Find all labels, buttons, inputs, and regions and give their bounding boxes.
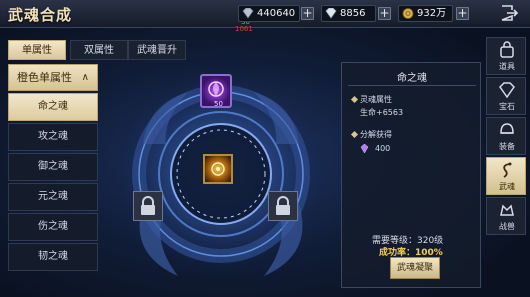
resource-gold: 932万: [398, 5, 453, 22]
bullet-icon: [350, 130, 359, 139]
nav-item-items[interactable]: 道具: [486, 37, 526, 75]
resource-diamonds: 8856: [321, 5, 376, 22]
top-bar: 武魂合成 30 1061 440640 + 8856 + 932万 +: [0, 0, 530, 33]
nav-label: 道具: [499, 62, 515, 71]
beast-icon: [500, 204, 514, 216]
page-title: 武魂合成: [8, 6, 73, 24]
nav-label: 宝石: [499, 102, 515, 111]
right-nav: 道具 宝石 装备 武魂 战兽: [486, 37, 526, 237]
nav-label: 战兽: [499, 222, 515, 231]
soul-detail-panel: 命之魂 灵魂属性 生命+6563 分解获得 400 需要等级：320级 成功率：…: [341, 62, 481, 288]
resource-diamonds-value: 8856: [340, 8, 366, 19]
add-diamonds-button[interactable]: +: [378, 7, 391, 20]
game-screen: 武魂合成 30 1061 440640 + 8856 + 932万 + 单属性 …: [0, 0, 530, 297]
soul-slot-center[interactable]: [203, 154, 233, 184]
resource-gems-value: 440640: [257, 8, 296, 19]
divider: [348, 85, 476, 86]
list-item[interactable]: 命之魂: [8, 93, 98, 121]
nav-item-soul[interactable]: 武魂: [486, 157, 526, 195]
list-item[interactable]: 攻之魂: [8, 123, 98, 151]
bag-icon: [500, 41, 514, 58]
soul-name: 命之魂: [397, 73, 427, 84]
add-gems-button[interactable]: +: [301, 7, 314, 20]
list-item[interactable]: 元之魂: [8, 183, 98, 211]
nav-item-equipment[interactable]: 装备: [486, 117, 526, 155]
attr-value: 生命+6563: [360, 108, 404, 117]
gold-coin-icon: [402, 8, 414, 19]
lock-icon: [276, 196, 290, 215]
nav-label: 武魂: [499, 182, 515, 191]
bullet-icon: [350, 95, 359, 104]
chevron-up-icon: ∧: [81, 72, 89, 83]
list-item[interactable]: 御之魂: [8, 153, 98, 181]
soul-slot-top[interactable]: 50: [200, 74, 232, 108]
gold-soul-icon: [211, 162, 225, 176]
top-socket-count: 50: [214, 100, 223, 108]
resource-gold-value: 932万: [417, 8, 447, 19]
list-item[interactable]: 韧之魂: [8, 243, 98, 271]
resource-gems: 440640: [238, 5, 300, 22]
list-item[interactable]: 伤之魂: [8, 213, 98, 241]
diamond-icon: [325, 8, 337, 19]
locked-slot-right[interactable]: [268, 191, 298, 221]
soul-list: 命之魂 攻之魂 御之魂 元之魂 伤之魂 韧之魂: [8, 93, 98, 273]
nav-label: 装备: [499, 142, 515, 151]
quality-filter-label: 橙色单属性: [17, 71, 72, 84]
soul-merge-button[interactable]: 武魂凝聚: [390, 257, 440, 279]
gem-icon: [499, 82, 515, 99]
decompose-header: 分解获得: [360, 130, 392, 139]
tab-single-attr[interactable]: 单属性: [8, 40, 66, 60]
purple-crystal-icon: [360, 144, 369, 153]
locked-slot-left[interactable]: [133, 191, 163, 221]
exit-icon[interactable]: [497, 4, 521, 24]
add-gold-button[interactable]: +: [456, 7, 469, 20]
attr-header: 灵魂属性: [360, 95, 392, 104]
quality-filter-dropdown[interactable]: 橙色单属性 ∧: [8, 64, 98, 91]
nav-item-beast[interactable]: 战兽: [486, 197, 526, 235]
helmet-icon: [500, 123, 514, 134]
soul-icon: [503, 162, 512, 178]
nav-item-gems[interactable]: 宝石: [486, 77, 526, 115]
green-gem-icon: [242, 8, 254, 19]
red-counter: 1061: [235, 25, 253, 33]
lock-icon: [141, 196, 155, 215]
decompose-value: 400: [375, 144, 391, 153]
